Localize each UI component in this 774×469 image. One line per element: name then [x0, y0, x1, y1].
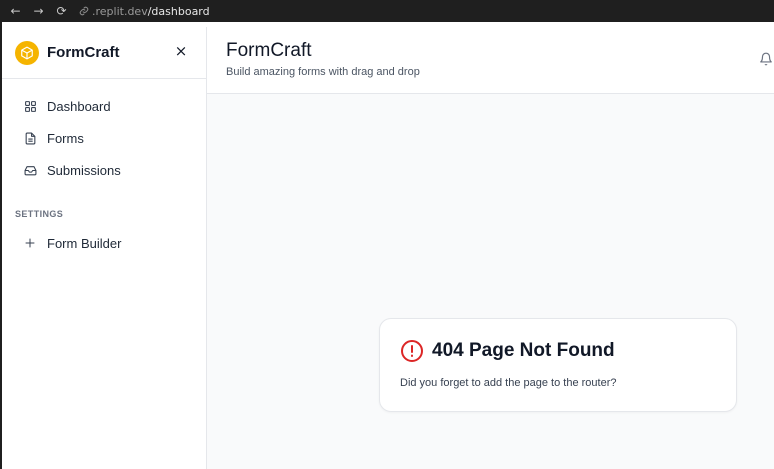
- page-header: FormCraft Build amazing forms with drag …: [207, 27, 774, 94]
- settings-section-title: SETTINGS: [15, 209, 64, 219]
- brand-name: FormCraft: [47, 44, 120, 61]
- reload-icon[interactable]: ⟳: [50, 0, 73, 22]
- back-arrow-icon[interactable]: ←: [4, 0, 27, 22]
- grid-icon: [23, 99, 37, 113]
- sidebar-item-submissions[interactable]: Submissions: [2, 154, 206, 186]
- url-domain: .replit.dev: [92, 4, 148, 18]
- page-subtitle: Build amazing forms with drag and drop: [226, 66, 420, 78]
- page-title: FormCraft: [226, 40, 312, 61]
- sidebar-item-label: Submissions: [47, 162, 121, 178]
- sidebar-brand: FormCraft ×: [2, 27, 206, 79]
- file-icon: [23, 131, 37, 145]
- link-icon: [79, 6, 89, 16]
- error-title: 404 Page Not Found: [432, 340, 615, 361]
- plus-icon: [23, 236, 37, 250]
- sidebar-item-label: Dashboard: [47, 98, 111, 114]
- sidebar: FormCraft × Dashboard Forms Submissions …: [2, 27, 207, 469]
- error-message: Did you forget to add the page to the ro…: [400, 377, 617, 389]
- not-found-card: 404 Page Not Found Did you forget to add…: [379, 318, 737, 412]
- main-content: 404 Page Not Found Did you forget to add…: [207, 94, 774, 469]
- sidebar-item-form-builder[interactable]: Form Builder: [2, 227, 206, 259]
- inbox-icon: [23, 163, 37, 177]
- sidebar-item-forms[interactable]: Forms: [2, 122, 206, 154]
- sidebar-nav: Dashboard Forms Submissions SETTINGS For…: [2, 79, 206, 259]
- alert-circle-icon: [400, 339, 424, 363]
- browser-toolbar: ← → ⟳ .replit.dev/dashboard: [0, 0, 774, 22]
- url-path: /dashboard: [147, 4, 210, 18]
- cube-logo-icon: [15, 40, 39, 65]
- sidebar-item-label: Forms: [47, 130, 84, 146]
- close-sidebar-button[interactable]: ×: [174, 43, 188, 59]
- sidebar-item-label: Form Builder: [47, 235, 122, 251]
- address-bar[interactable]: .replit.dev/dashboard: [79, 5, 210, 18]
- forward-arrow-icon[interactable]: →: [27, 0, 50, 22]
- bell-icon[interactable]: [759, 52, 773, 66]
- sidebar-item-dashboard[interactable]: Dashboard: [2, 90, 206, 122]
